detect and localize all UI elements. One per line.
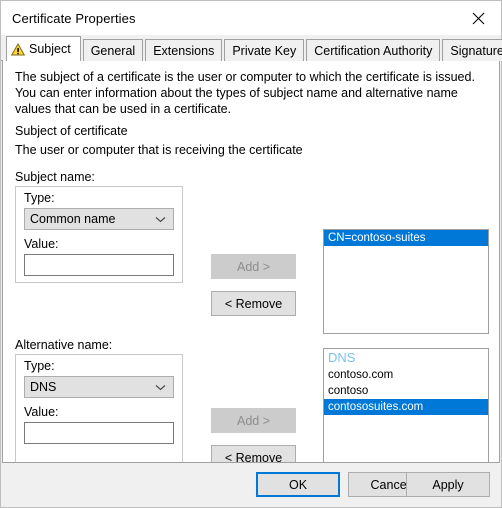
warning-glyph (11, 42, 25, 55)
subject-type-value: Common name (30, 212, 116, 226)
list-item[interactable]: contososuites.com (324, 399, 488, 415)
subject-remove-button[interactable]: < Remove (211, 291, 296, 316)
alternative-type-label: Type: (24, 359, 55, 373)
tab-private-key[interactable]: Private Key (224, 39, 305, 61)
tab-extensions-label: Extensions (153, 43, 215, 58)
chevron-down-glyph (155, 384, 165, 390)
tab-certification-authority[interactable]: Certification Authority (306, 39, 441, 61)
tab-certification-authority-label: Certification Authority (314, 43, 433, 58)
alternative-name-listbox[interactable]: DNS contoso.com contoso contososuites.co… (323, 348, 489, 462)
alternative-remove-button[interactable]: < Remove (211, 445, 296, 462)
subject-name-label: Subject name: (15, 170, 95, 184)
tab-signature-label: Signature (450, 43, 502, 58)
alternative-type-dropdown[interactable]: DNS (24, 376, 174, 398)
chevron-down-glyph (155, 216, 165, 222)
tab-subject-label: Subject (29, 42, 71, 56)
title-bar: Certificate Properties (1, 1, 501, 35)
ok-button[interactable]: OK (256, 472, 340, 497)
alternative-type-value: DNS (30, 380, 57, 394)
section-description: The user or computer that is receiving t… (15, 143, 303, 157)
apply-button[interactable]: Apply (406, 472, 490, 497)
subject-value-label: Value: (24, 237, 59, 251)
tab-signature[interactable]: Signature (442, 39, 502, 61)
chevron-down-icon (151, 384, 169, 391)
subject-tab-panel: The subject of a certificate is the user… (2, 60, 500, 463)
tab-extensions[interactable]: Extensions (145, 39, 223, 61)
subject-name-listbox[interactable]: CN=contoso-suites (323, 229, 489, 334)
certificate-properties-dialog: Certificate Properties Subject General E (0, 0, 502, 508)
close-icon[interactable] (456, 1, 501, 35)
list-item[interactable]: contoso (324, 383, 488, 399)
dialog-footer: OK Cancel Apply (1, 463, 501, 507)
tab-strip: Subject General Extensions Private Key C… (1, 35, 502, 61)
subject-value-input[interactable] (24, 254, 174, 276)
alternative-name-label: Alternative name: (15, 338, 113, 352)
window-title: Certificate Properties (12, 10, 136, 26)
tab-private-key-label: Private Key (232, 43, 297, 58)
close-glyph (472, 12, 485, 24)
intro-text: The subject of a certificate is the user… (15, 70, 475, 116)
tab-general-label: General (90, 43, 136, 58)
section-heading: Subject of certificate (15, 124, 128, 138)
alternative-value-input[interactable] (24, 422, 174, 444)
warning-triangle-icon (11, 42, 25, 56)
list-item[interactable]: contoso.com (324, 367, 488, 383)
tab-subject[interactable]: Subject (6, 36, 81, 61)
list-item[interactable]: CN=contoso-suites (324, 230, 488, 246)
chevron-down-icon (151, 216, 169, 223)
subject-type-dropdown[interactable]: Common name (24, 208, 174, 230)
subject-type-label: Type: (24, 191, 55, 205)
list-group-header: DNS (328, 350, 356, 365)
alternative-value-label: Value: (24, 405, 59, 419)
tab-general[interactable]: General (82, 39, 144, 61)
alternative-add-button[interactable]: Add > (211, 408, 296, 433)
subject-add-button[interactable]: Add > (211, 254, 296, 279)
